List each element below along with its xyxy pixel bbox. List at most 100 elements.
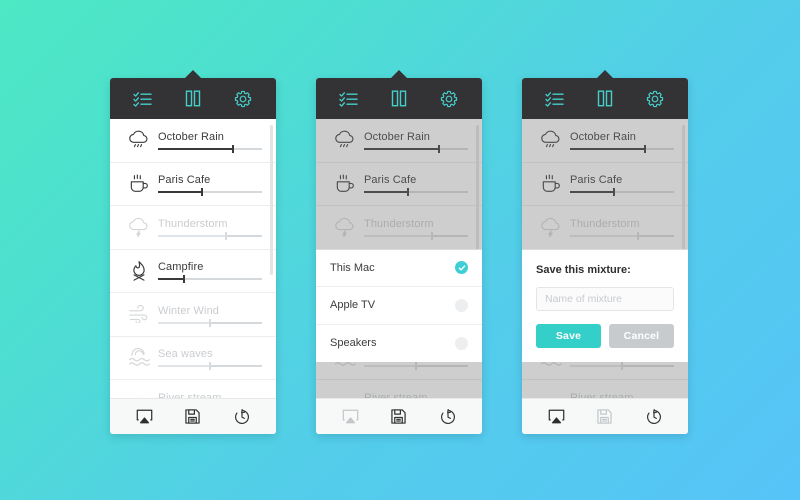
volume-slider[interactable] [158,144,262,153]
volume-slider-knob[interactable] [612,188,615,197]
sound-row-body: Winter Wind [158,305,268,327]
gear-icon[interactable] [638,86,672,112]
sound-row[interactable]: October Rain [522,119,688,163]
volume-slider[interactable] [158,362,262,371]
pause-icon[interactable] [382,86,416,112]
sound-label: Sea waves [158,348,213,361]
volume-slider-knob[interactable] [430,231,433,240]
sound-row[interactable]: October Rain [110,119,276,163]
stream-icon[interactable] [326,395,364,398]
sound-row[interactable]: Winter Wind [110,293,276,337]
timer-icon[interactable] [227,405,257,429]
panel-footer [316,398,482,434]
sound-row[interactable]: Thunderstorm [522,206,688,250]
timer-icon[interactable] [433,405,463,429]
volume-slider[interactable] [570,144,674,153]
sound-row-body: Thunderstorm [158,218,268,240]
volume-slider-knob[interactable] [224,231,227,240]
volume-slider-knob[interactable] [406,188,409,197]
sound-label: Paris Cafe [158,174,211,187]
device-selected-check-icon[interactable] [455,261,468,275]
stream-icon[interactable] [532,395,570,398]
sound-row[interactable]: River stream [522,380,688,398]
timer-icon[interactable] [639,405,669,429]
volume-slider[interactable] [158,188,262,197]
sound-row[interactable]: Thunderstorm [110,206,276,250]
gear-icon[interactable] [226,86,260,112]
stream-icon[interactable] [120,395,158,398]
rain-cloud-icon[interactable] [326,130,364,150]
volume-slider[interactable] [364,188,468,197]
thunder-cloud-icon[interactable] [326,217,364,238]
campfire-icon[interactable] [120,260,158,282]
volume-slider-knob[interactable] [231,144,234,153]
gear-icon[interactable] [432,86,466,112]
checklist-icon[interactable] [126,86,160,112]
volume-slider-knob[interactable] [183,275,185,284]
save-icon[interactable] [384,405,414,429]
sound-row-body: Campfire [158,261,268,284]
thunder-cloud-icon[interactable] [120,217,158,238]
volume-slider[interactable] [158,231,262,240]
sound-row[interactable]: Sea waves [110,337,276,380]
wind-icon[interactable] [120,305,158,324]
volume-slider-knob[interactable] [200,188,203,197]
airplay-icon[interactable] [541,405,571,429]
volume-slider[interactable] [570,362,674,371]
rain-cloud-icon[interactable] [120,130,158,150]
volume-slider[interactable] [158,275,262,284]
save-button[interactable]: Save [536,324,601,348]
device-row[interactable]: Apple TV [316,287,482,325]
volume-slider-knob[interactable] [636,231,639,240]
waves-icon[interactable] [120,347,158,368]
volume-slider-fill [364,365,416,368]
checklist-icon[interactable] [538,86,572,112]
volume-slider[interactable] [570,188,674,197]
device-radio-icon[interactable] [455,336,468,350]
coffee-cup-icon[interactable] [326,173,364,194]
sound-row[interactable]: Paris Cafe [522,163,688,206]
rain-cloud-icon[interactable] [532,130,570,150]
volume-slider-knob[interactable] [209,318,211,327]
volume-slider[interactable] [364,144,468,153]
volume-slider-knob[interactable] [621,362,623,371]
sound-row[interactable]: Paris Cafe [110,163,276,206]
pause-icon[interactable] [176,86,210,112]
volume-slider[interactable] [570,231,674,240]
volume-slider-knob[interactable] [437,144,440,153]
sound-row[interactable]: River stream [110,380,276,398]
volume-slider[interactable] [364,231,468,240]
pause-icon[interactable] [588,86,622,112]
save-icon[interactable] [178,405,208,429]
sound-label: River stream [158,391,222,398]
sound-row[interactable]: River stream [316,380,482,398]
panel-notch [597,70,613,78]
mixture-name-input[interactable] [536,287,674,311]
device-list[interactable]: This Mac Apple TV Speakers [316,250,482,363]
coffee-cup-icon[interactable] [532,173,570,194]
sound-row[interactable]: Campfire [110,250,276,293]
sound-row[interactable]: Paris Cafe [316,163,482,206]
sound-list[interactable]: October Rain Paris Cafe Thunderstorm Campfi… [110,119,276,398]
coffee-cup-icon[interactable] [120,173,158,194]
checklist-icon[interactable] [332,86,366,112]
device-label: This Mac [330,261,375,274]
thunder-cloud-icon[interactable] [532,217,570,238]
volume-slider[interactable] [158,318,262,327]
cancel-button[interactable]: Cancel [609,324,674,348]
device-radio-icon[interactable] [455,298,468,312]
sound-label: Campfire [158,261,204,274]
volume-slider-knob[interactable] [209,362,211,371]
airplay-icon[interactable] [335,405,365,429]
volume-slider-knob[interactable] [415,362,417,371]
save-icon[interactable] [590,405,620,429]
airplay-icon[interactable] [129,405,159,429]
list-scrollbar[interactable] [270,125,273,275]
device-row[interactable]: Speakers [316,325,482,363]
sound-row[interactable]: Thunderstorm [316,206,482,250]
volume-slider-knob[interactable] [643,144,646,153]
volume-slider[interactable] [364,362,468,371]
volume-slider-fill [364,234,432,237]
device-row[interactable]: This Mac [316,250,482,287]
sound-row[interactable]: October Rain [316,119,482,163]
